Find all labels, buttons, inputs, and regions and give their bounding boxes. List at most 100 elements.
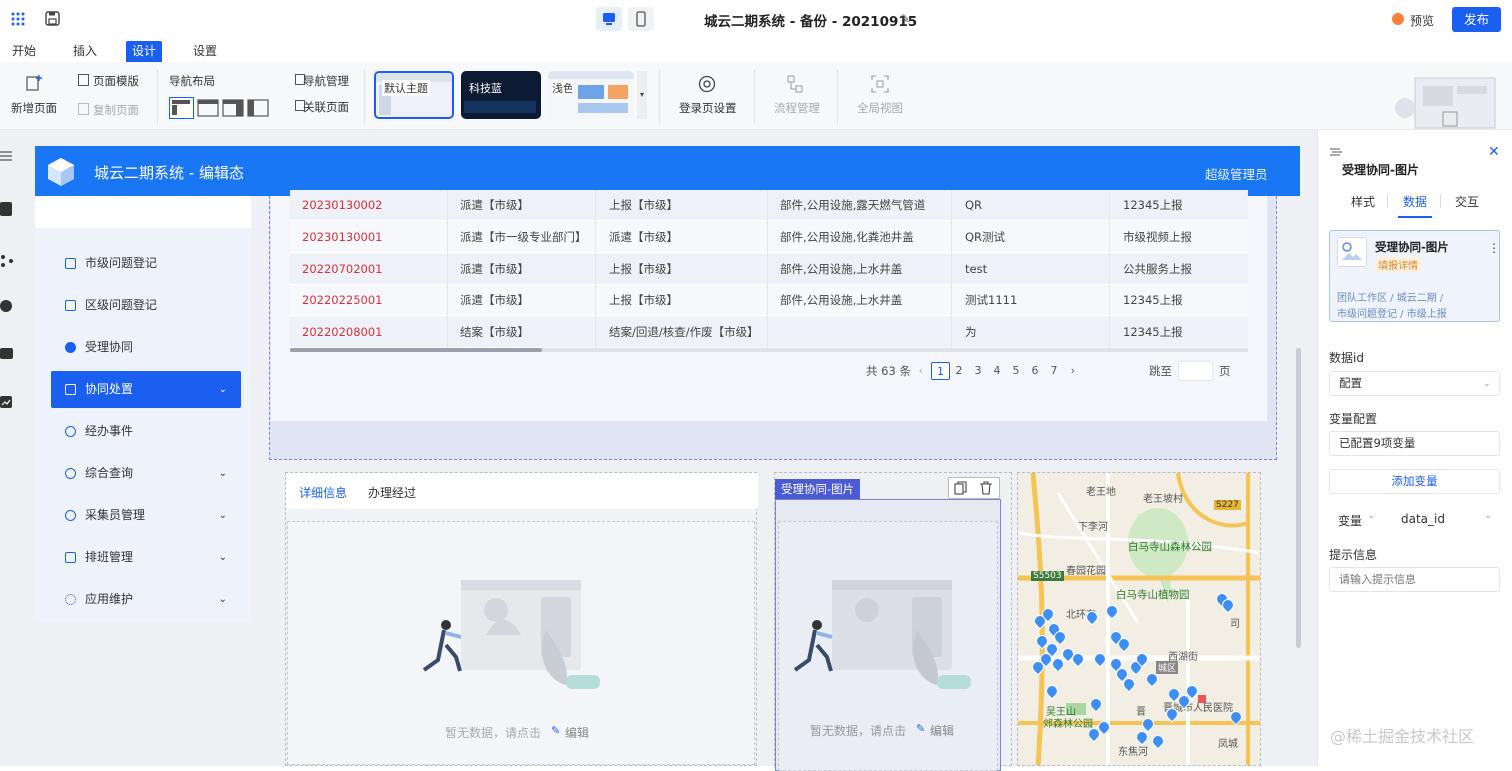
tab-style[interactable]: 样式 [1351, 193, 1375, 210]
mobile-view-icon[interactable] [628, 7, 654, 31]
theme-default[interactable]: 默认主题 [374, 71, 454, 119]
card-breadcrumb-2: 市级问题登记 / 市级上报 [1337, 309, 1447, 320]
grid-icon [65, 552, 76, 563]
pagination-page-7[interactable]: 7 [1047, 362, 1061, 380]
nav-manage-button[interactable]: 导航管理 [303, 73, 349, 89]
tab-process-history[interactable]: 办理经过 [368, 484, 416, 501]
publish-button[interactable]: 发布 [1452, 7, 1501, 32]
data-id-select[interactable]: 配置 ⌄ [1329, 371, 1500, 396]
pagination-page-6[interactable]: 6 [1028, 362, 1042, 380]
chevron-down-icon: ⌄ [1482, 378, 1491, 389]
card-title: 受理协同-图片 [1375, 240, 1449, 254]
edit-icon[interactable]: ✎ [551, 724, 560, 737]
theme-dropdown-icon[interactable]: ▾ [637, 71, 647, 119]
detail-component[interactable]: 详细信息 办理经过 暂无数据，请点击 ✎ 编辑 [285, 472, 758, 766]
theme-light[interactable]: 浅色 [548, 71, 634, 119]
close-icon[interactable]: ✕ [1488, 144, 1500, 160]
card-breadcrumb-1: 团队工作区 / 城云二期 / [1337, 293, 1444, 304]
panel-drag-icon[interactable] [1330, 146, 1342, 156]
pagination-page-3[interactable]: 3 [971, 362, 985, 380]
linked-page-button[interactable]: 关联页面 [303, 99, 349, 115]
pagination-page-1[interactable]: 1 [931, 362, 950, 380]
chevron-down-icon: ⌄ [218, 384, 227, 395]
nav-item-schedule-manage[interactable]: 排班管理 ⌄ [51, 539, 241, 576]
table-row[interactable]: 20220702001 派遣【市级】 上报【市级】 部件,公用设施,上水井盖 t… [290, 254, 1248, 285]
component-label-tag: 受理协同-图片 [775, 479, 861, 499]
pagination-page-2[interactable]: 2 [952, 362, 966, 380]
table-row[interactable]: 20230130002 派遣【市级】 上报【市级】 部件,公用设施,露天燃气管道… [290, 190, 1248, 221]
edit-link[interactable]: 编辑 [565, 724, 589, 741]
menu-insert[interactable]: 插入 [67, 41, 103, 62]
nav-item-city-register[interactable]: 市级问题登记 [51, 245, 241, 282]
pagination-next[interactable]: › [1068, 362, 1078, 380]
var-config-field[interactable]: 已配置9项变量 [1329, 431, 1500, 456]
tab-interaction[interactable]: 交互 [1455, 193, 1479, 210]
nav-item-handled-events[interactable]: 经办事件 [51, 413, 241, 450]
pagination-page-5[interactable]: 5 [1009, 362, 1023, 380]
variable-value[interactable]: data_id [1401, 512, 1445, 526]
page-template-button[interactable]: 页面模版 [93, 73, 139, 89]
global-view-button[interactable]: 全局视图 [857, 100, 903, 116]
nav-item-coordinate-handle[interactable]: 协同处置 ⌄ [51, 371, 241, 408]
pagination-goto-input[interactable] [1178, 361, 1213, 381]
canvas-vertical-scrollbar[interactable] [1296, 348, 1301, 648]
table-row[interactable]: 20220208001 结案【市级】 结案/回退/核查/作废【市级】 为 123… [290, 317, 1248, 348]
menu-start[interactable]: 开始 [6, 41, 42, 62]
flow-manage-icon [785, 74, 805, 94]
trend-icon[interactable] [0, 396, 12, 408]
flow-manage-button[interactable]: 流程管理 [774, 100, 820, 116]
component-thumbnail-icon [1337, 237, 1367, 267]
nav-item-district-register[interactable]: 区级问题登记 [51, 287, 241, 324]
layout-option-3[interactable] [222, 98, 244, 118]
preview-icon[interactable] [1392, 13, 1404, 25]
nav-item-general-query[interactable]: 综合查询 ⌄ [51, 455, 241, 492]
page-icon[interactable] [0, 202, 12, 216]
delete-icon[interactable] [979, 481, 993, 495]
tab-data[interactable]: 数据 [1403, 193, 1427, 210]
nav-item-accept-coordinate[interactable]: 受理协同 [51, 329, 241, 366]
edit-title-icon[interactable]: ✎ [900, 12, 910, 26]
component-icon[interactable] [0, 254, 14, 268]
map-component[interactable]: 老王地 老王坡村 下李河 白马寺山森林公园 S227 S5503 春园花园 白马… [1017, 472, 1261, 766]
current-user[interactable]: 超级管理员 [1205, 164, 1268, 183]
chevron-down-icon[interactable]: ⌄ [1367, 510, 1375, 521]
layout-option-1[interactable] [169, 97, 194, 119]
layout-option-4[interactable] [247, 98, 269, 118]
add-variable-button[interactable]: 添加变量 [1329, 469, 1500, 494]
menu-settings[interactable]: 设置 [187, 41, 223, 62]
nav-layout-label: 导航布局 [169, 74, 215, 88]
chart-icon[interactable] [0, 300, 12, 312]
chevron-down-icon[interactable]: ⌄ [1484, 510, 1492, 521]
empty-state-illustration [416, 575, 616, 705]
image-component[interactable]: 受理协同-图片 暂无数据，请点击 ✎ 编辑 [774, 472, 1012, 771]
more-icon[interactable]: ⋮ [1488, 241, 1500, 255]
pagination-prev[interactable]: ‹ [916, 362, 926, 380]
table-row[interactable]: 20230130001 派遣【市一级专业部门】 派遣【市级】 部件,公用设施,化… [290, 222, 1248, 253]
tab-detail-info[interactable]: 详细信息 [299, 484, 347, 501]
new-page-button[interactable]: 新增页面 [11, 100, 57, 116]
menu-design[interactable]: 设计 [126, 41, 163, 62]
edit-link[interactable]: 编辑 [930, 722, 954, 739]
theme-tech-blue[interactable]: 科技蓝 [461, 71, 541, 119]
apps-grid-icon[interactable] [11, 12, 25, 26]
preview-button[interactable]: 预览 [1410, 12, 1434, 29]
login-setting-button[interactable]: 登录页设置 [679, 100, 737, 116]
copy-icon[interactable] [954, 481, 968, 495]
save-icon[interactable] [45, 11, 60, 26]
table-row[interactable]: 20220225001 派遣【市级】 上报【市级】 部件,公用设施,上水井盖 测… [290, 285, 1248, 316]
copy-page-button[interactable]: 复制页面 [93, 102, 139, 118]
user-card-icon [65, 384, 76, 395]
empty-state-illustration [787, 575, 987, 705]
folder-icon[interactable] [0, 348, 13, 359]
desktop-view-icon[interactable] [596, 7, 622, 31]
chevron-down-icon: ⌄ [218, 594, 227, 605]
nav-item-app-maintain[interactable]: 应用维护 ⌄ [51, 581, 241, 618]
component-card[interactable]: 受理协同-图片 填报详情 ⋮ 团队工作区 / 城云二期 / 市级问题登记 / 市… [1329, 230, 1500, 322]
table-horizontal-scrollbar[interactable] [290, 348, 1248, 352]
layout-option-2[interactable] [197, 98, 219, 118]
pagination-page-4[interactable]: 4 [990, 362, 1004, 380]
edit-icon[interactable]: ✎ [916, 722, 925, 735]
nav-item-collector-manage[interactable]: 采集员管理 ⌄ [51, 497, 241, 534]
hint-input[interactable] [1329, 567, 1500, 592]
menu-lines-icon[interactable] [0, 150, 12, 162]
